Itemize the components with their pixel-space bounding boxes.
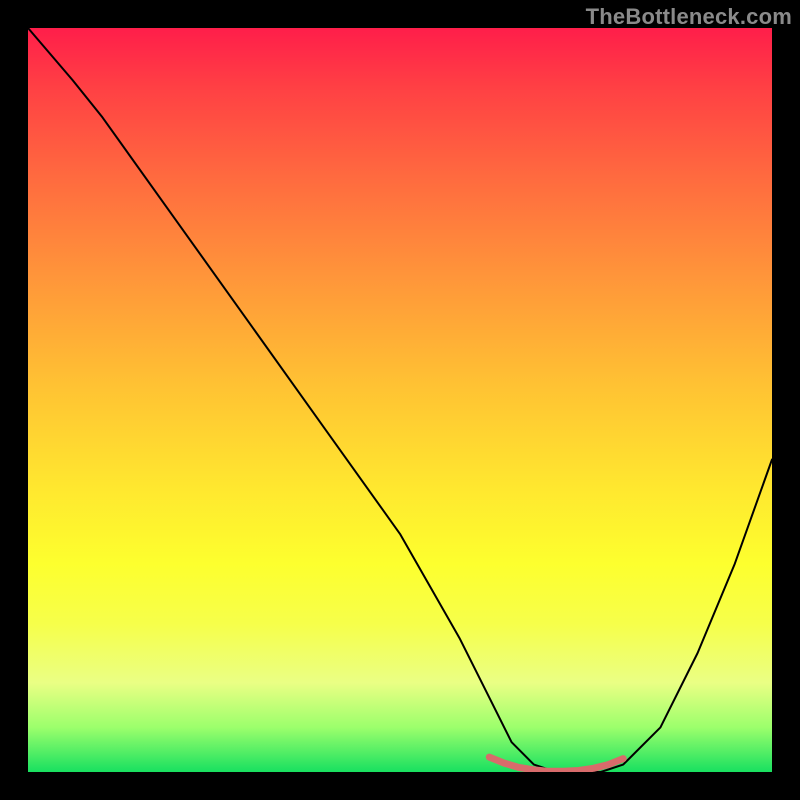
watermark-label: TheBottleneck.com — [586, 4, 792, 30]
bottleneck-highlight-line — [489, 757, 623, 771]
bottleneck-curve-line — [28, 28, 772, 772]
chart-plot-area — [28, 28, 772, 772]
chart-frame: TheBottleneck.com — [0, 0, 800, 800]
chart-svg — [28, 28, 772, 772]
